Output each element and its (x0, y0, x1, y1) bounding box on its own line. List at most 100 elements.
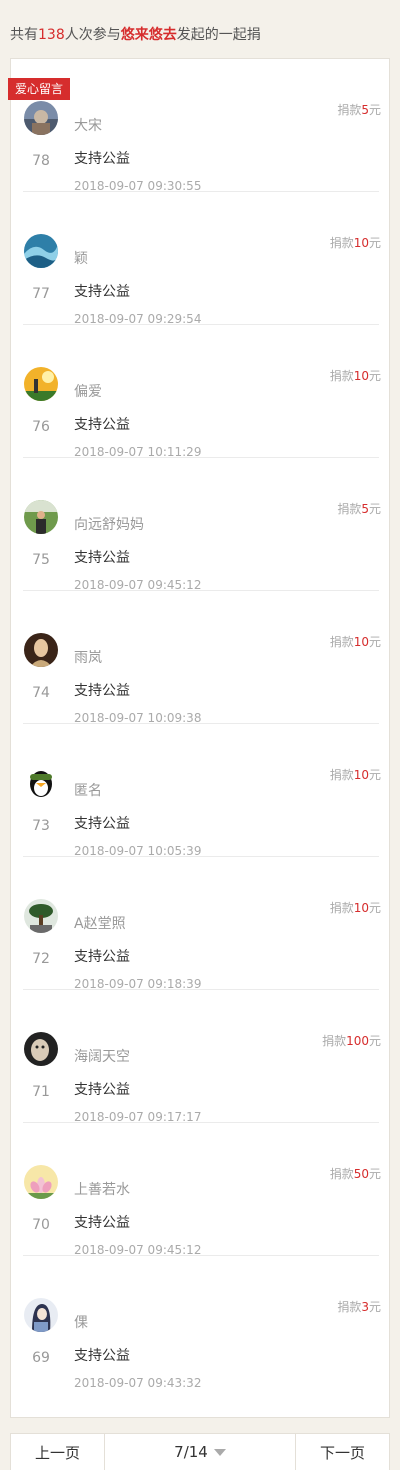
amount-unit: 元 (368, 635, 381, 649)
prev-page-label: 上一页 (34, 1443, 80, 1462)
participant-count: 138 (38, 27, 65, 43)
avatar-qq-penguin[interactable] (24, 766, 58, 800)
donation-amount: 捐款5元 (337, 500, 381, 517)
donation-amount: 捐款50元 (330, 1165, 381, 1182)
amount-prefix: 捐款 (329, 369, 354, 383)
avatar-ocean-wave[interactable] (24, 234, 58, 268)
pagination: 上一页 7/14 下一页 (10, 1433, 390, 1470)
donor-rank: 72 (32, 951, 50, 967)
page-indicator: 7/14 (174, 1443, 208, 1461)
amount-value: 3 (361, 1300, 369, 1314)
donor-entry: 76 偏爱 支持公益 2018-09-07 10:11:29 捐款10元 (11, 325, 391, 459)
donor-entry: 73 匿名 支持公益 2018-09-07 10:05:39 捐款10元 (11, 724, 391, 858)
amount-unit: 元 (368, 1300, 381, 1314)
avatar-dog-dark[interactable] (24, 1032, 58, 1066)
avatar-bonsai-tree[interactable] (24, 899, 58, 933)
next-page-button[interactable]: 下一页 (295, 1434, 389, 1470)
donor-entry: 72 A赵堂照 支持公益 2018-09-07 09:18:39 捐款10元 (11, 857, 391, 991)
amount-value: 10 (353, 901, 369, 915)
summary-mid: 人次参与 (64, 27, 121, 43)
donor-rank: 78 (32, 153, 50, 169)
amount-value: 50 (353, 1167, 369, 1181)
amount-value: 10 (353, 236, 369, 250)
donor-message: 支持公益 (74, 683, 130, 699)
organizer-link[interactable]: 悠来悠去 (121, 27, 177, 43)
donor-rank: 75 (32, 552, 50, 568)
amount-prefix: 捐款 (329, 1167, 354, 1181)
donor-message: 支持公益 (74, 816, 130, 832)
donor-entry: 77 颖支持公益 2018-09-07 09:29:54 捐款10元 (11, 192, 391, 326)
donor-message: 支持公益 (74, 1215, 130, 1231)
amount-prefix: 捐款 (329, 768, 354, 782)
amount-unit: 元 (368, 236, 381, 250)
donation-amount: 捐款10元 (330, 899, 381, 916)
summary-suffix: 发起的一起捐 (176, 27, 261, 43)
donor-name: 大宋 (74, 118, 102, 134)
donor-rank: 73 (32, 818, 50, 834)
donation-amount: 捐款10元 (330, 633, 381, 650)
amount-unit: 元 (368, 502, 381, 516)
donation-amount: 捐款10元 (330, 367, 381, 384)
donor-rank: 77 (32, 286, 50, 302)
page-selector[interactable]: 7/14 (105, 1434, 295, 1470)
donation-summary: 共有138人次参与悠来悠去发起的一起捐 (10, 24, 261, 46)
amount-value: 10 (353, 369, 369, 383)
donor-entry: 75 向远舒妈妈 支持公益 2018-09-07 09:45:12 捐款5元 (11, 458, 391, 592)
next-page-label: 下一页 (319, 1443, 365, 1462)
amount-value: 5 (361, 502, 369, 516)
donor-rank: 69 (32, 1350, 50, 1366)
amount-value: 5 (361, 103, 369, 117)
amount-prefix: 捐款 (329, 635, 354, 649)
amount-unit: 元 (368, 369, 381, 383)
amount-prefix: 捐款 (329, 236, 354, 250)
donation-amount: 捐款10元 (330, 234, 381, 251)
avatar-grey-sky[interactable] (24, 101, 58, 135)
donation-amount: 捐款10元 (330, 766, 381, 783)
donor-name: 上善若水 (74, 1182, 130, 1198)
amount-unit: 元 (368, 768, 381, 782)
donor-name: 偏爱 (74, 384, 102, 400)
amount-unit: 元 (368, 1034, 381, 1048)
amount-unit: 元 (368, 901, 381, 915)
love-message-tag: 爱心留言 (8, 78, 71, 100)
donor-name: 倮 (74, 1315, 88, 1331)
donor-name: 海阔天空 (74, 1049, 130, 1065)
donor-name: 雨岚 (74, 650, 102, 666)
amount-prefix: 捐款 (337, 1300, 362, 1314)
avatar-girl-drawing[interactable] (24, 1298, 58, 1332)
amount-value: 10 (353, 635, 369, 649)
donor-message: 支持公益 (74, 550, 130, 566)
summary-prefix: 共有 (10, 27, 38, 43)
amount-unit: 元 (368, 103, 381, 117)
donor-message: 支持公益 (74, 1082, 130, 1098)
avatar-person-outdoor[interactable] (24, 500, 58, 534)
donor-message: 支持公益 (74, 1348, 130, 1364)
donor-message: 支持公益 (74, 284, 130, 300)
amount-value: 100 (346, 1034, 369, 1048)
donor-name: 匿名 (74, 783, 102, 799)
donation-amount: 捐款5元 (337, 101, 381, 118)
avatar-sunset-figure[interactable] (24, 367, 58, 401)
avatar-lotus-flower[interactable] (24, 1165, 58, 1199)
prev-page-button[interactable]: 上一页 (11, 1434, 105, 1470)
donor-name: 颖 (74, 251, 88, 267)
donor-message: 支持公益 (74, 949, 130, 965)
donor-message: 支持公益 (74, 417, 130, 433)
amount-prefix: 捐款 (329, 901, 354, 915)
donation-amount: 捐款3元 (337, 1298, 381, 1315)
donor-entry: 71 海阔天空 支持公益 2018-09-07 09:17:17 捐款100元 (11, 990, 391, 1124)
amount-prefix: 捐款 (337, 103, 362, 117)
donor-entry: 74 雨岚 支持公益 2018-09-07 10:09:38 捐款10元 (11, 591, 391, 725)
avatar-portrait-painting[interactable] (24, 633, 58, 667)
dropdown-triangle-icon (213, 1448, 226, 1456)
donor-message: 支持公益 (74, 151, 130, 167)
amount-prefix: 捐款 (337, 502, 362, 516)
donor-rank: 70 (32, 1217, 50, 1233)
donor-name: A赵堂照 (74, 916, 126, 932)
donation-time: 2018-09-07 09:43:32 (74, 1376, 202, 1390)
donation-amount: 捐款100元 (322, 1032, 381, 1049)
donor-rank: 71 (32, 1084, 50, 1100)
amount-unit: 元 (368, 1167, 381, 1181)
amount-value: 10 (353, 768, 369, 782)
donor-rank: 74 (32, 685, 50, 701)
